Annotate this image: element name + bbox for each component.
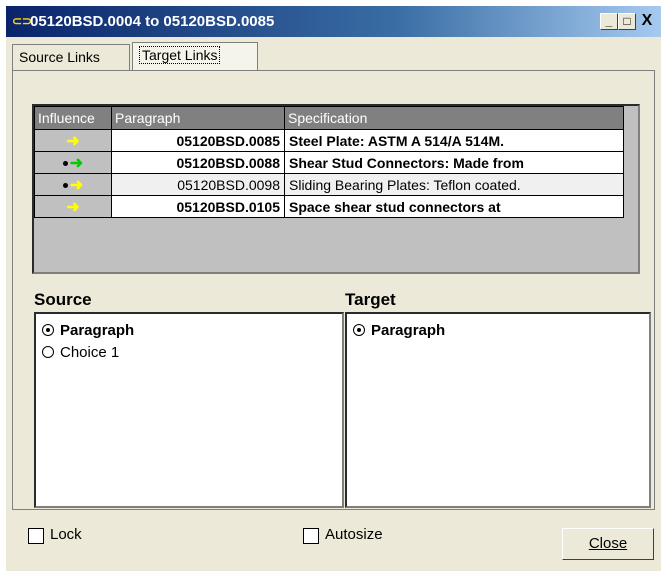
link-icon: ⊂⊃ [12,14,33,28]
arrow-right-icon: ➜ [66,132,80,150]
bullet-icon [62,183,68,189]
autosize-checkbox[interactable] [303,528,319,544]
lock-label: Lock [50,526,82,543]
paragraph-cell[interactable]: 05120BSD.0088 [111,151,285,174]
target-option-label: Paragraph [371,321,446,339]
influence-cell[interactable]: ➜ [34,195,112,218]
target-listbox[interactable]: Paragraph [345,312,651,508]
minimize-button[interactable]: _ [600,13,618,30]
influence-cell[interactable]: ➜ [34,129,112,152]
header-influence[interactable]: Influence [34,106,112,130]
header-specification[interactable]: Specification [284,106,624,130]
tab-target-links[interactable]: Target Links [132,42,258,71]
window-title: 05120BSD.0004 to 05120BSD.0085 [30,13,275,30]
title-bar[interactable]: ⊂⊃ 05120BSD.0004 to 05120BSD.0085 _ □ X [6,6,661,37]
table-row[interactable]: ➜ 05120BSD.0088 Shear Stud Connectors: M… [34,151,624,174]
dialog-window: ⊂⊃ 05120BSD.0004 to 05120BSD.0085 _ □ X … [6,6,661,571]
source-option-label: Choice 1 [60,343,120,361]
target-label: Target [345,290,396,309]
table-row[interactable]: ➜ 05120BSD.0105 Space shear stud connect… [34,195,624,218]
tab-target-links-label: Target Links [139,46,221,64]
bullet-icon [62,161,68,167]
tab-source-links[interactable]: Source Links [12,44,130,70]
links-grid[interactable]: Influence Paragraph Specification ➜ 0512… [32,104,640,274]
table-row[interactable]: ➜ 05120BSD.0085 Steel Plate: ASTM A 514/… [34,129,624,152]
paragraph-cell[interactable]: 05120BSD.0085 [111,129,285,152]
influence-cell[interactable]: ➜ [34,173,112,196]
header-paragraph[interactable]: Paragraph [111,106,285,130]
autosize-label: Autosize [325,526,383,543]
specification-cell[interactable]: Space shear stud connectors at [284,195,624,218]
radio-unselected-icon [42,346,54,358]
specification-cell[interactable]: Shear Stud Connectors: Made from [284,151,624,174]
tab-source-links-label: Source Links [19,49,100,65]
source-listbox[interactable]: Paragraph Choice 1 [34,312,344,508]
paragraph-cell[interactable]: 05120BSD.0098 [111,173,285,196]
paragraph-cell[interactable]: 05120BSD.0105 [111,195,285,218]
source-label: Source [34,290,92,309]
arrow-right-icon: ➜ [69,176,84,194]
source-option-paragraph[interactable]: Paragraph [42,320,134,340]
lock-checkbox[interactable] [28,528,44,544]
arrow-right-icon: ➜ [66,198,80,216]
arrow-right-icon: ➜ [69,154,84,172]
close-button[interactable]: Close [562,528,654,560]
target-option-paragraph[interactable]: Paragraph [353,320,445,340]
influence-cell[interactable]: ➜ [34,151,112,174]
table-row[interactable]: ➜ 05120BSD.0098 Sliding Bearing Plates: … [34,173,624,196]
radio-selected-icon [42,324,54,336]
source-option-label: Paragraph [60,321,135,339]
close-window-button[interactable]: X [638,13,656,30]
radio-selected-icon [353,324,365,336]
specification-cell[interactable]: Sliding Bearing Plates: Teflon coated. [284,173,624,196]
source-option-choice-1[interactable]: Choice 1 [42,342,119,362]
maximize-button[interactable]: □ [618,13,636,30]
specification-cell[interactable]: Steel Plate: ASTM A 514/A 514M. [284,129,624,152]
